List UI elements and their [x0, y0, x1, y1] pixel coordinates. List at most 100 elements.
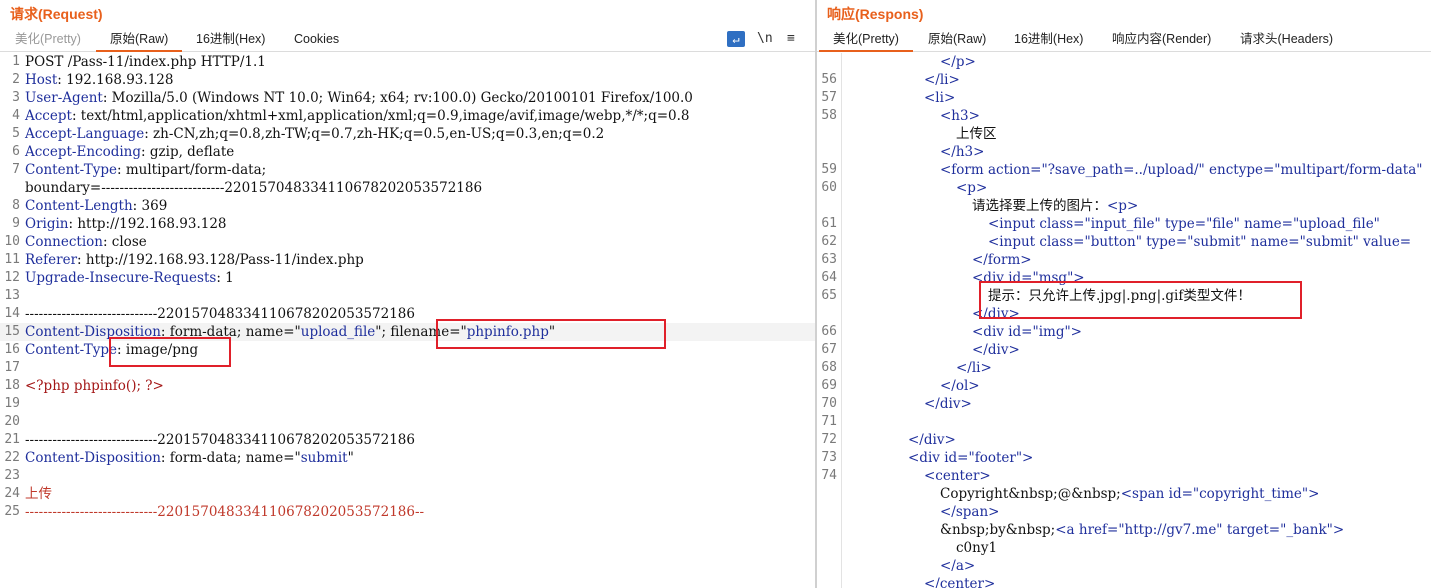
request-line: 8 Content-Length: 369 [0, 197, 815, 215]
line-number: 7 [12, 162, 20, 177]
code-token: <div [908, 450, 945, 466]
wrap-icon[interactable]: ↵ [727, 31, 745, 47]
response-title: 响应(Respons) [827, 6, 924, 22]
request-line: 5 Accept-Language: zh-CN,zh;q=0.8,zh-TW;q… [0, 125, 815, 143]
request-tab-hex[interactable]: 16进制(Hex) [196, 29, 265, 51]
code-token: : Mozilla/5.0 (Windows NT 10.0; Win64; x… [102, 90, 693, 106]
code-token: </span> [940, 504, 1000, 520]
line-number: 16 [4, 342, 20, 357]
line-number: 20 [4, 414, 20, 429]
response-line: 57 <li> [817, 89, 1431, 107]
line-number: 63 [821, 252, 837, 267]
code-token: Accept [25, 108, 72, 124]
line-number: 18 [4, 378, 20, 393]
response-line: 请选择要上传的图片：<p> [817, 197, 1431, 215]
code-text: </a> [940, 557, 975, 575]
code-token: class= [1039, 216, 1085, 232]
code-text: Content-Length: 369 [25, 197, 167, 215]
code-token: </div> [908, 432, 956, 448]
code-token: </form> [972, 252, 1032, 268]
code-text: Content-Type: multipart/form-data; [25, 161, 266, 179]
request-tab-raw[interactable]: 原始(Raw) [95, 29, 183, 52]
line-number: 11 [4, 252, 20, 267]
code-token: Accept-Encoding [25, 144, 142, 160]
newline-toggle[interactable]: \n [757, 30, 773, 48]
code-token: Content-Type [25, 162, 118, 178]
code-token: action= [987, 162, 1042, 178]
code-text: &nbsp;by&nbsp;<a href="http://gv7.me" ta… [940, 521, 1344, 539]
code-token: "upload_file" [1292, 216, 1380, 232]
code-text: Accept-Language: zh-CN,zh;q=0.8,zh-TW;q=… [25, 125, 604, 143]
code-token: </div> [972, 342, 1020, 358]
line-number: 64 [821, 270, 837, 285]
line-number: 74 [821, 468, 837, 483]
line-number [817, 521, 837, 539]
line-number: 66 [821, 324, 837, 339]
code-token: <form [940, 162, 988, 178]
code-text: <div id="footer"> [908, 449, 1033, 467]
response-tab-render[interactable]: 响应内容(Render) [1112, 29, 1211, 51]
code-text: Copyright&nbsp;@&nbsp;<span id="copyrigh… [940, 485, 1319, 503]
code-token: value= [1358, 234, 1412, 250]
code-text: Content-Disposition: form-data; name="su… [25, 449, 354, 467]
code-token: <?php phpinfo(); ?> [25, 378, 164, 394]
code-token: "footer" [968, 450, 1023, 466]
code-token: "submit" [1187, 234, 1247, 250]
code-text: <input class="button" type="submit" name… [988, 233, 1411, 251]
request-line: boundary=---------------------------2201… [0, 179, 815, 197]
response-line: 69 </ol> [817, 377, 1431, 395]
request-line: 19 [0, 395, 815, 413]
code-token: </li> [956, 360, 992, 376]
line-number: 70 [821, 396, 837, 411]
code-token: submit [300, 450, 348, 466]
line-number [817, 53, 837, 71]
code-token: : 192.168.93.128 [57, 72, 174, 88]
line-number: 59 [821, 162, 837, 177]
response-line: </a> [817, 557, 1431, 575]
code-text: Origin: http://192.168.93.128 [25, 215, 227, 233]
line-number: 65 [821, 288, 837, 303]
response-line: </p> [817, 53, 1431, 71]
code-text: Upgrade-Insecure-Requests: 1 [25, 269, 234, 287]
code-token: Content-Type [25, 342, 118, 358]
response-tab-hex[interactable]: 16进制(Hex) [1014, 29, 1083, 51]
line-number [817, 575, 837, 588]
code-token: <p> [1107, 198, 1139, 214]
code-token: : text/html,application/xhtml+xml,applic… [71, 108, 690, 124]
code-token: Connection [25, 234, 103, 250]
code-token: > [1022, 450, 1034, 466]
response-editor[interactable]: </p> 56 </li> 57 <li> 58 <h3> 上传区 </h3> 59 <form a… [817, 53, 1431, 588]
request-line: 14 -----------------------------220157048… [0, 305, 815, 323]
request-line: 1 POST /Pass-11/index.php HTTP/1.1 [0, 53, 815, 71]
response-line: 74 <center> [817, 467, 1431, 485]
request-editor[interactable]: 1 POST /Pass-11/index.php HTTP/1.1 2 Host: … [0, 53, 815, 588]
response-line: &nbsp;by&nbsp;<a href="http://gv7.me" ta… [817, 521, 1431, 539]
code-token: : multipart/form-data; [117, 162, 267, 178]
code-token: "multipart/form-data" [1274, 162, 1423, 178]
response-tab-pretty[interactable]: 美化(Pretty) [819, 29, 913, 52]
request-line: 20 [0, 413, 815, 431]
line-number: 68 [821, 360, 837, 375]
response-tab-raw[interactable]: 原始(Raw) [928, 29, 986, 51]
menu-icon[interactable]: ≡ [787, 30, 795, 48]
code-token: <input [988, 234, 1040, 250]
request-tab-cookies[interactable]: Cookies [294, 29, 339, 51]
code-text: 上传 [25, 485, 52, 503]
line-number: 71 [821, 414, 837, 429]
code-token: : 1 [216, 270, 234, 286]
code-text: <li> [924, 89, 955, 107]
code-text: Referer: http://192.168.93.128/Pass-11/i… [25, 251, 364, 269]
response-line: 上传区 [817, 125, 1431, 143]
code-token: </center> [924, 576, 996, 588]
code-token: "button" [1084, 234, 1142, 250]
code-token: 请选择要上传的图片： [972, 198, 1107, 214]
line-number [817, 305, 837, 323]
code-token: id= [944, 450, 969, 466]
code-text: </span> [940, 503, 999, 521]
response-tab-headers[interactable]: 请求头(Headers) [1240, 29, 1333, 51]
request-tab-pretty[interactable]: 美化(Pretty) [15, 29, 81, 51]
code-text: Accept-Encoding: gzip, deflate [25, 143, 234, 161]
code-text: </p> [940, 53, 976, 71]
request-line: 10 Connection: close [0, 233, 815, 251]
highlight-msg [979, 281, 1302, 319]
